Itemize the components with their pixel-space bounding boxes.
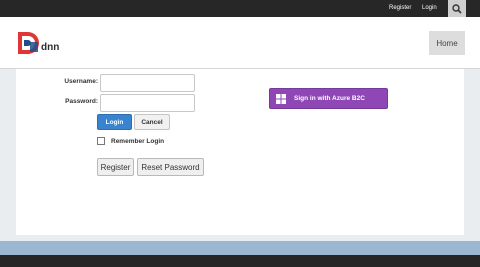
top-login-link[interactable]: Login xyxy=(422,3,437,13)
footer xyxy=(0,255,480,267)
azure-signin-button[interactable]: Sign in with Azure B2C xyxy=(269,88,388,109)
site-header: dnn Home xyxy=(0,17,480,69)
cancel-button[interactable]: Cancel xyxy=(134,114,170,130)
dnn-logo[interactable]: dnn xyxy=(16,30,76,56)
footer-accent xyxy=(0,241,480,255)
password-label: Password: xyxy=(65,98,98,105)
top-bar: Register Login xyxy=(0,0,480,17)
home-nav-button[interactable]: Home xyxy=(429,31,465,55)
reset-password-button[interactable]: Reset Password xyxy=(137,158,204,176)
windows-icon xyxy=(276,93,286,104)
username-label: Username: xyxy=(64,78,98,85)
search-button[interactable] xyxy=(448,0,466,17)
username-input[interactable] xyxy=(100,74,195,92)
top-register-link[interactable]: Register xyxy=(389,3,411,13)
remember-checkbox[interactable] xyxy=(97,137,105,145)
login-button[interactable]: Login xyxy=(97,114,132,130)
login-panel: Username: Password: Login Cancel Remembe… xyxy=(16,69,464,235)
svg-text:dnn: dnn xyxy=(41,42,59,53)
remember-label: Remember Login xyxy=(111,137,165,145)
azure-signin-label: Sign in with Azure B2C xyxy=(294,95,365,102)
remember-login[interactable]: Remember Login xyxy=(97,136,164,146)
password-input[interactable] xyxy=(100,94,195,112)
register-button[interactable]: Register xyxy=(97,158,134,176)
search-icon xyxy=(452,3,462,14)
